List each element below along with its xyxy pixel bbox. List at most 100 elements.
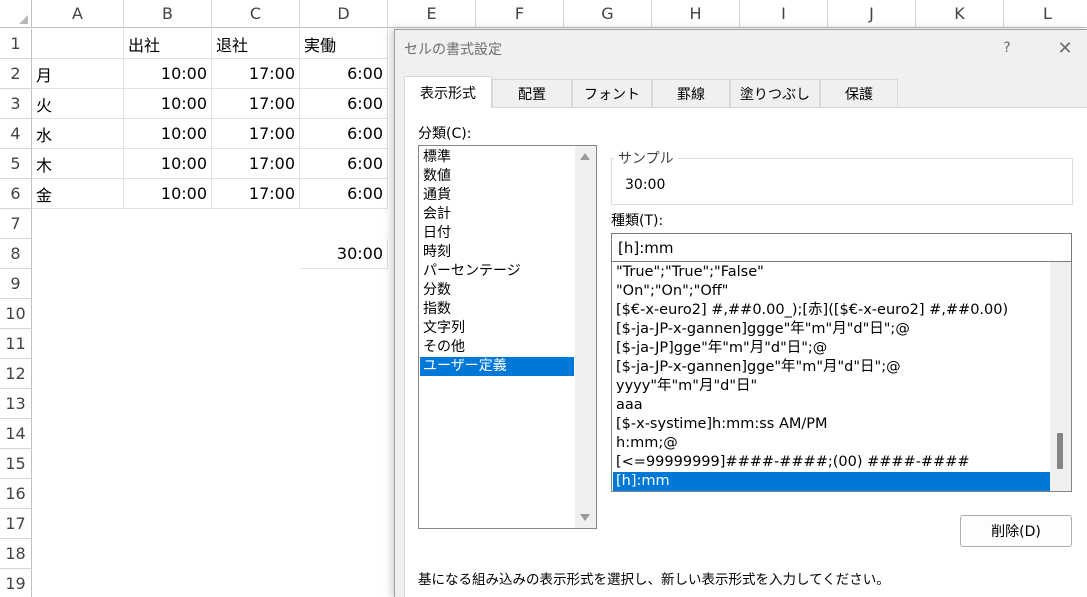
- cell-a1[interactable]: [32, 29, 124, 59]
- format-code-list[interactable]: "True";"True";"False" "On";"On";"Off" [$…: [611, 262, 1072, 492]
- grid-cell[interactable]: [212, 449, 300, 479]
- grid-cell[interactable]: [212, 269, 300, 299]
- category-item-time[interactable]: 時刻: [420, 243, 574, 262]
- cell-b4[interactable]: 10:00: [124, 119, 212, 149]
- column-header-i[interactable]: I: [740, 0, 828, 28]
- category-item-special[interactable]: その他: [420, 338, 574, 357]
- category-item-scientific[interactable]: 指数: [420, 300, 574, 319]
- category-list[interactable]: 標準 数値 通貨 会計 日付 時刻 パーセンテージ 分数 指数 文字列 その他 …: [418, 145, 597, 529]
- cell-b3[interactable]: 10:00: [124, 89, 212, 119]
- grid-cell[interactable]: [124, 359, 212, 389]
- row-header-12[interactable]: 12: [0, 359, 32, 389]
- cell-c6[interactable]: 17:00: [212, 179, 300, 209]
- row-header-3[interactable]: 3: [0, 89, 32, 119]
- cell-a4[interactable]: 水: [32, 119, 124, 149]
- row-header-13[interactable]: 13: [0, 389, 32, 419]
- grid-cell[interactable]: [32, 539, 124, 569]
- scroll-down-icon[interactable]: [580, 514, 590, 521]
- cell-d5[interactable]: 6:00: [300, 149, 388, 179]
- cell-b6[interactable]: 10:00: [124, 179, 212, 209]
- grid-cell[interactable]: [32, 479, 124, 509]
- format-item[interactable]: [$€-x-euro2] #,##0.00_);[赤]([$€-x-euro2]…: [613, 301, 1050, 320]
- row-header-17[interactable]: 17: [0, 509, 32, 539]
- format-item[interactable]: h:mm;@: [613, 434, 1050, 453]
- grid-cell[interactable]: [300, 479, 388, 509]
- cell-d1[interactable]: 実働: [300, 29, 388, 59]
- format-item[interactable]: yyyy"年"m"月"d"日": [613, 377, 1050, 396]
- row-header-15[interactable]: 15: [0, 449, 32, 479]
- format-item[interactable]: [$-x-systime]h:mm:ss AM/PM: [613, 415, 1050, 434]
- column-header-f[interactable]: F: [476, 0, 564, 28]
- grid-cell[interactable]: [32, 509, 124, 539]
- help-icon[interactable]: ?: [995, 36, 1019, 60]
- grid-cell[interactable]: [124, 569, 212, 597]
- grid-cell[interactable]: [212, 479, 300, 509]
- column-header-h[interactable]: H: [652, 0, 740, 28]
- tab-protection[interactable]: 保護: [820, 79, 898, 107]
- column-header-a[interactable]: A: [32, 0, 124, 28]
- row-header-9[interactable]: 9: [0, 269, 32, 299]
- cell-d6[interactable]: 6:00: [300, 179, 388, 209]
- column-header-k[interactable]: K: [916, 0, 1004, 28]
- category-item-date[interactable]: 日付: [420, 224, 574, 243]
- grid-cell[interactable]: [300, 509, 388, 539]
- grid-cell[interactable]: [32, 569, 124, 597]
- row-header-8[interactable]: 8: [0, 239, 32, 269]
- row-header-5[interactable]: 5: [0, 149, 32, 179]
- category-item-fraction[interactable]: 分数: [420, 281, 574, 300]
- cell-d2[interactable]: 6:00: [300, 59, 388, 89]
- column-header-b[interactable]: B: [124, 0, 212, 28]
- format-list-scrollbar[interactable]: [1050, 262, 1071, 491]
- grid-cell[interactable]: [124, 209, 212, 239]
- grid-cell[interactable]: [300, 539, 388, 569]
- row-header-6[interactable]: 6: [0, 179, 32, 209]
- grid-cell[interactable]: [32, 389, 124, 419]
- column-header-d[interactable]: D: [300, 0, 388, 28]
- grid-cell[interactable]: [124, 269, 212, 299]
- category-item-accounting[interactable]: 会計: [420, 205, 574, 224]
- grid-cell[interactable]: [300, 419, 388, 449]
- column-header-c[interactable]: C: [212, 0, 300, 28]
- grid-cell[interactable]: [212, 389, 300, 419]
- cell-b1[interactable]: 出社: [124, 29, 212, 59]
- cell-a3[interactable]: 火: [32, 89, 124, 119]
- delete-button[interactable]: 削除(D): [960, 515, 1072, 547]
- cell-d3[interactable]: 6:00: [300, 89, 388, 119]
- row-header-4[interactable]: 4: [0, 119, 32, 149]
- category-item-custom[interactable]: ユーザー定義: [420, 357, 574, 376]
- grid-cell[interactable]: [300, 329, 388, 359]
- grid-cell[interactable]: [124, 449, 212, 479]
- format-item[interactable]: [<=99999999]####-####;(00) ####-####: [613, 453, 1050, 472]
- grid-cell[interactable]: [32, 449, 124, 479]
- row-header-16[interactable]: 16: [0, 479, 32, 509]
- grid-cell[interactable]: [212, 569, 300, 597]
- grid-cell[interactable]: [300, 389, 388, 419]
- column-header-l[interactable]: L: [1004, 0, 1087, 28]
- grid-cell[interactable]: [300, 209, 388, 239]
- cell-c1[interactable]: 退社: [212, 29, 300, 59]
- grid-cell[interactable]: [300, 449, 388, 479]
- grid-cell[interactable]: [32, 299, 124, 329]
- grid-cell[interactable]: [32, 269, 124, 299]
- category-item-currency[interactable]: 通貨: [420, 186, 574, 205]
- grid-cell[interactable]: [124, 419, 212, 449]
- category-item-number[interactable]: 数値: [420, 167, 574, 186]
- grid-cell[interactable]: [124, 479, 212, 509]
- grid-cell[interactable]: [124, 239, 212, 269]
- grid-cell[interactable]: [124, 299, 212, 329]
- cell-b2[interactable]: 10:00: [124, 59, 212, 89]
- tab-border[interactable]: 罫線: [652, 79, 730, 107]
- row-header-19[interactable]: 19: [0, 569, 32, 597]
- grid-cell[interactable]: [300, 569, 388, 597]
- grid-cell[interactable]: [300, 359, 388, 389]
- column-header-e[interactable]: E: [388, 0, 476, 28]
- cell-d4[interactable]: 6:00: [300, 119, 388, 149]
- cell-d8[interactable]: 30:00: [300, 239, 388, 269]
- format-item[interactable]: "True";"True";"False": [613, 263, 1050, 282]
- select-all-corner[interactable]: [0, 0, 32, 28]
- tab-font[interactable]: フォント: [572, 79, 652, 107]
- close-icon[interactable]: ✕: [1051, 35, 1079, 61]
- cell-c4[interactable]: 17:00: [212, 119, 300, 149]
- grid-cell[interactable]: [212, 419, 300, 449]
- scroll-thumb[interactable]: [1057, 433, 1063, 469]
